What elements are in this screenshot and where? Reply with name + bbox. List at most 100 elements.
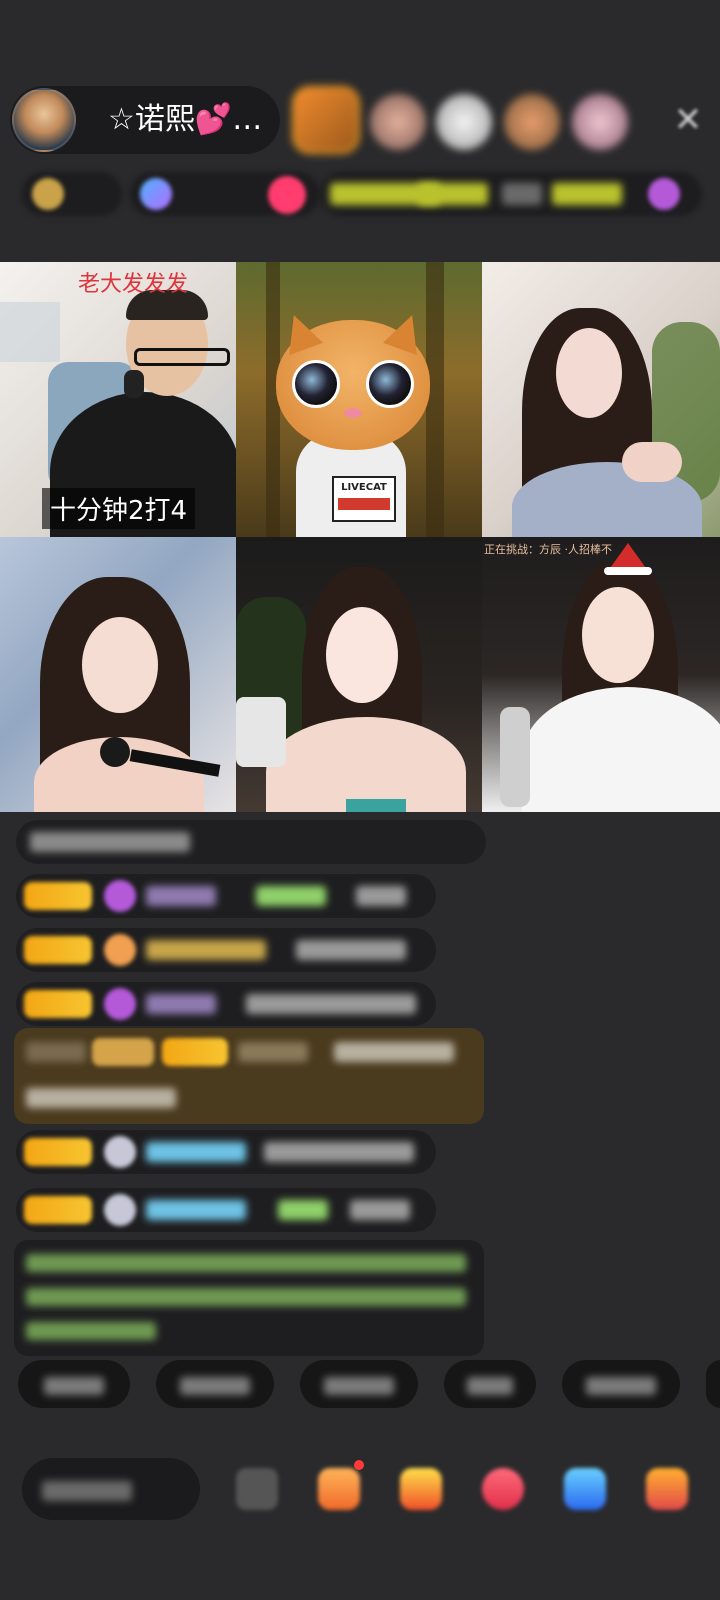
diamond-icon xyxy=(104,880,136,912)
activity-text xyxy=(418,183,488,205)
cat-nose xyxy=(344,408,362,418)
quick-reply-chip[interactable] xyxy=(300,1360,418,1408)
video-tile[interactable] xyxy=(236,537,482,812)
gift-icon[interactable] xyxy=(318,1468,360,1510)
viewer-avatar[interactable] xyxy=(572,94,628,150)
chat-message xyxy=(16,1188,436,1232)
notice-text xyxy=(26,1322,156,1340)
cat-eye xyxy=(292,360,340,408)
chat-text xyxy=(350,1200,410,1220)
fans-icon xyxy=(140,178,172,210)
video-tile[interactable]: 老大发发发 十分钟2打4 xyxy=(0,262,236,537)
wish-icon[interactable] xyxy=(646,1468,688,1510)
room-info-row xyxy=(22,172,702,216)
system-notice xyxy=(14,1240,484,1356)
cat-eye xyxy=(366,360,414,408)
chat-message xyxy=(16,874,436,918)
diamond-icon xyxy=(104,988,136,1020)
video-tile[interactable]: 正在挑战：方辰 ·人招棒不 xyxy=(482,537,720,812)
add-fans-icon[interactable] xyxy=(268,176,306,214)
streamer-hand xyxy=(622,442,682,482)
quick-reply-chip[interactable] xyxy=(18,1360,130,1408)
user-avatar-icon xyxy=(104,1194,136,1226)
bottom-toolbar xyxy=(0,1450,720,1540)
level-badge xyxy=(24,936,92,964)
chat-user xyxy=(278,1200,328,1220)
fan-icon xyxy=(104,934,136,966)
santa-hat-trim xyxy=(604,567,652,575)
chat-message xyxy=(16,982,436,1026)
chat-text xyxy=(246,994,416,1014)
bag-icon[interactable] xyxy=(400,1468,442,1510)
video-tile[interactable]: LIVECAT xyxy=(236,262,482,537)
chat-message xyxy=(16,928,436,972)
chat-text xyxy=(30,832,190,852)
chat-user xyxy=(238,1042,308,1062)
chat-user xyxy=(146,1142,246,1162)
room-decor xyxy=(0,302,60,362)
chat-text xyxy=(296,940,406,960)
microphone xyxy=(236,697,286,767)
close-icon[interactable]: ✕ xyxy=(668,100,708,140)
tile-bottom-caption: 十分钟2打4 xyxy=(42,488,196,529)
chat-user xyxy=(146,994,216,1014)
heart-emoji-icon: 💕 xyxy=(194,102,233,137)
streamer-head xyxy=(582,587,654,683)
rank-icon xyxy=(32,178,64,210)
notice-text xyxy=(26,1254,466,1272)
streamer-body xyxy=(266,717,466,812)
host-info-pill[interactable]: ☆诺熙💕… xyxy=(10,86,280,154)
chat-message xyxy=(16,1130,436,1174)
video-grid: 老大发发发 十分钟2打4 LIVECAT 正在挑战：方辰 ·人招棒不 xyxy=(0,262,720,812)
chat-text xyxy=(26,1088,176,1108)
chat-text xyxy=(356,886,406,906)
streamer-head xyxy=(556,328,622,418)
comment-input[interactable] xyxy=(22,1458,200,1520)
host-name-ellipsis: … xyxy=(232,102,263,137)
glasses xyxy=(134,348,230,366)
level-badge xyxy=(162,1038,228,1066)
level-badge xyxy=(24,882,92,910)
viewer-avatar-list xyxy=(290,86,650,156)
viewer-avatar[interactable] xyxy=(370,94,426,150)
quick-reply-chip[interactable] xyxy=(562,1360,680,1408)
notice-text xyxy=(26,1288,466,1306)
more-icon[interactable] xyxy=(236,1468,278,1510)
viewer-avatar[interactable] xyxy=(504,94,560,150)
chat-user xyxy=(146,1200,246,1220)
chat-user xyxy=(146,886,216,906)
heart-icon[interactable] xyxy=(482,1468,524,1510)
video-tile[interactable] xyxy=(0,537,236,812)
quick-reply-chip[interactable] xyxy=(444,1360,536,1408)
viewer-avatar[interactable] xyxy=(436,94,492,150)
microphone xyxy=(500,707,530,807)
headphones xyxy=(124,370,144,398)
quick-reply-chip[interactable] xyxy=(156,1360,274,1408)
host-avatar[interactable] xyxy=(12,88,76,152)
level-badge xyxy=(92,1038,154,1066)
cat-shirt-print: LIVECAT xyxy=(332,476,396,522)
viewer-avatar[interactable] xyxy=(292,86,360,154)
streamer-head xyxy=(326,607,398,703)
cat-shirt-text: LIVECAT xyxy=(341,482,387,493)
host-name[interactable]: ☆诺熙💕… xyxy=(108,100,262,140)
challenge-text: 正在挑战：方辰 ·人招棒不 xyxy=(484,543,612,556)
level-badge xyxy=(24,1196,92,1224)
video-tile[interactable] xyxy=(482,262,720,537)
top-clothing xyxy=(346,799,406,812)
quick-reply-row xyxy=(18,1360,720,1408)
quick-reply-chip[interactable] xyxy=(706,1360,720,1408)
level-badge xyxy=(24,1138,92,1166)
notification-dot xyxy=(354,1460,364,1470)
chat-list[interactable] xyxy=(0,820,720,1360)
chat-message xyxy=(16,820,486,864)
chat-user xyxy=(146,940,266,960)
game-icon[interactable] xyxy=(564,1468,606,1510)
activity-icon[interactable] xyxy=(648,178,680,210)
host-name-text: ☆诺熙 xyxy=(108,102,195,137)
chat-text xyxy=(26,1042,86,1062)
chat-user xyxy=(256,886,326,906)
streamer-head xyxy=(82,617,158,713)
chat-text xyxy=(334,1042,454,1062)
streamer-body xyxy=(522,687,720,812)
